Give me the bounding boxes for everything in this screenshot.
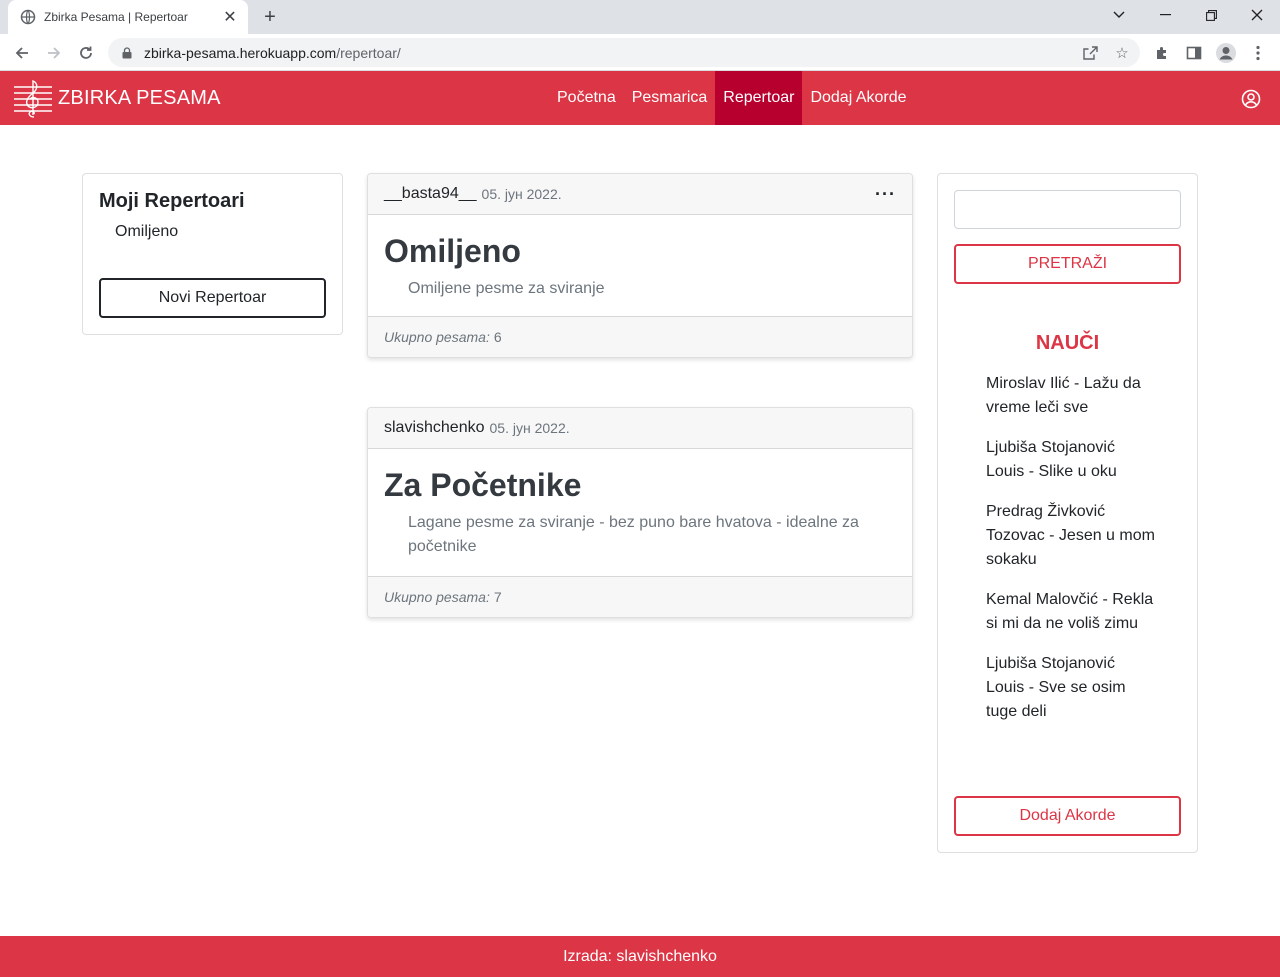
new-repertoire-button[interactable]: Novi Repertoar — [99, 278, 326, 318]
song-count-label: Ukupno pesama: — [384, 589, 490, 605]
post-date: 05. јун 2022. — [489, 420, 570, 436]
my-repertoires-title: Moji Repertoari — [99, 190, 245, 212]
post-description: Lagane pesme za sviranje - bez puno bare… — [408, 514, 859, 555]
song-count: 7 — [493, 589, 502, 605]
repertoire-post: __basta94__ 05. јун 2022. ··· Omiljeno O… — [367, 173, 913, 358]
lock-icon — [120, 46, 134, 60]
learn-item[interactable]: Ljubiša Stojanović Louis - Slike u oku — [986, 436, 1156, 484]
tab-title: Zbirka Pesama | Repertoar — [44, 10, 188, 24]
nav-repertoar[interactable]: Repertoar — [715, 71, 803, 125]
chevron-down-icon[interactable] — [1096, 0, 1142, 30]
address-bar[interactable]: zbirka-pesama.herokuapp.com/repertoar/ ☆ — [108, 38, 1140, 67]
reload-icon[interactable] — [72, 39, 100, 67]
share-icon[interactable] — [1076, 38, 1104, 67]
post-footer: Ukupno pesama: 6 — [368, 316, 912, 357]
post-body: Za Početnike Lagane pesme za sviranje - … — [368, 449, 912, 573]
music-staff-logo-icon — [14, 79, 52, 118]
nav-pocetna[interactable]: Početna — [549, 71, 624, 125]
star-icon[interactable]: ☆ — [1108, 38, 1136, 67]
more-icon[interactable]: ··· — [875, 184, 896, 205]
learn-item[interactable]: Miroslav Ilić - Lažu da vreme leči sve — [986, 372, 1156, 420]
learn-item[interactable]: Ljubiša Stojanović Louis - Sve se osim t… — [986, 652, 1156, 724]
close-icon[interactable]: ✕ — [222, 7, 238, 27]
url-text: zbirka-pesama.herokuapp.com/repertoar/ — [144, 44, 401, 61]
minimize-icon[interactable] — [1142, 0, 1188, 30]
main-nav: Početna Pesmarica Repertoar Dodaj Akorde — [549, 71, 915, 125]
browser-tab-bar: Zbirka Pesama | Repertoar ✕ + — [0, 0, 1280, 34]
side-panel-icon[interactable] — [1180, 39, 1208, 67]
learn-title: NAUČI — [1035, 332, 1100, 354]
browser-tab[interactable]: Zbirka Pesama | Repertoar ✕ — [8, 0, 248, 34]
forward-icon[interactable] — [40, 39, 68, 67]
site-navbar: ZBIRKA PESAMA Početna Pesmarica Repertoa… — [0, 71, 1280, 125]
brand-link[interactable]: ZBIRKA PESAMA — [12, 77, 221, 119]
post-title[interactable]: Za Početnike — [384, 465, 896, 505]
nav-pesmarica[interactable]: Pesmarica — [624, 71, 716, 125]
nav-dodaj-akorde[interactable]: Dodaj Akorde — [802, 71, 914, 125]
search-learn-card: PRETRAŽI NAUČI Miroslav Ilić - Lažu da v… — [937, 173, 1198, 853]
new-tab-icon[interactable]: + — [258, 5, 282, 29]
post-author[interactable]: slavishchenko — [384, 419, 485, 437]
post-title[interactable]: Omiljeno — [384, 231, 896, 271]
song-count-label: Ukupno pesama: — [384, 329, 490, 345]
user-circle-icon[interactable] — [1241, 89, 1261, 109]
learn-item[interactable]: Kemal Malovčić - Rekla si mi da ne voliš… — [986, 588, 1156, 636]
menu-icon[interactable] — [1244, 39, 1272, 67]
repertoire-item[interactable]: Omiljeno — [99, 223, 326, 247]
site-footer: Izrada: slavishchenko — [0, 936, 1280, 977]
brand-name: ZBIRKA PESAMA — [58, 86, 221, 109]
post-header: __basta94__ 05. јун 2022. ··· — [368, 174, 912, 215]
learn-item[interactable]: Predrag Živković Tozovac - Jesen u mom s… — [986, 500, 1156, 572]
my-repertoires-card: Moji Repertoari Omiljeno Novi Repertoar — [82, 173, 343, 335]
globe-icon — [20, 9, 36, 25]
browser-toolbar: zbirka-pesama.herokuapp.com/repertoar/ ☆ — [0, 34, 1280, 71]
profile-icon[interactable] — [1212, 39, 1240, 67]
post-body: Omiljeno Omiljene pesme za sviranje — [368, 215, 912, 315]
repertoire-post: slavishchenko 05. јун 2022. Za Početnike… — [367, 407, 913, 618]
back-icon[interactable] — [8, 39, 36, 67]
post-footer: Ukupno pesama: 7 — [368, 576, 912, 617]
add-chords-button[interactable]: Dodaj Akorde — [954, 796, 1181, 836]
post-author[interactable]: __basta94__ — [384, 185, 477, 203]
window-close-icon[interactable] — [1234, 0, 1280, 30]
post-header: slavishchenko 05. јун 2022. — [368, 408, 912, 449]
post-date: 05. јун 2022. — [481, 186, 562, 202]
post-description: Omiljene pesme za sviranje — [408, 280, 605, 297]
restore-icon[interactable] — [1188, 0, 1234, 30]
extensions-icon[interactable] — [1148, 39, 1176, 67]
search-input[interactable] — [954, 190, 1181, 229]
search-button[interactable]: PRETRAŽI — [954, 244, 1181, 284]
learn-list: Miroslav Ilić - Lažu da vreme leči sve L… — [986, 372, 1156, 740]
song-count: 6 — [493, 329, 502, 345]
